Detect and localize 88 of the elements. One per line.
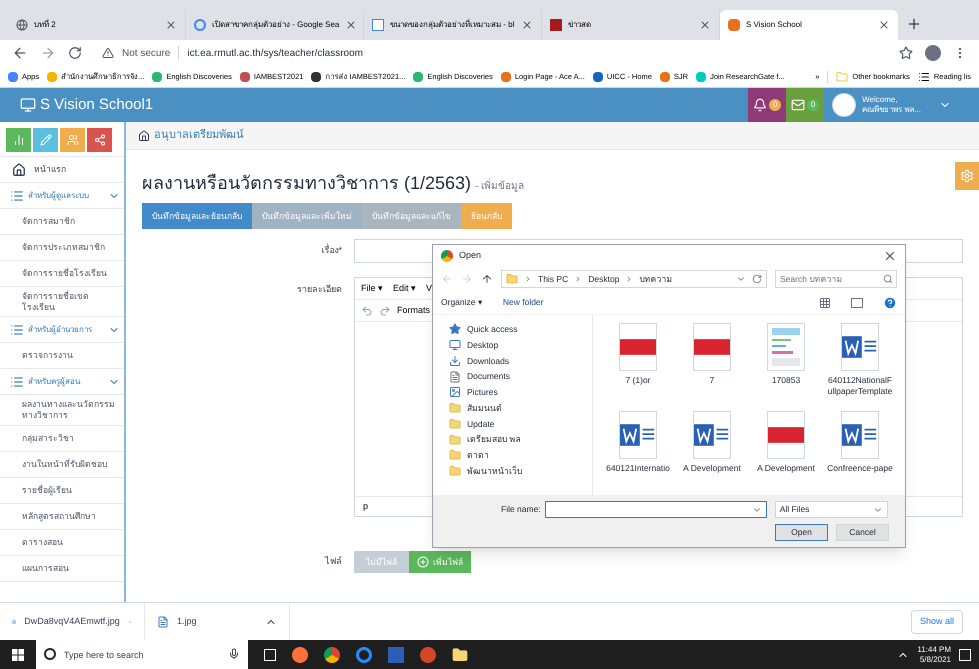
tab-title: ข่าวสด <box>568 19 592 31</box>
sidebar-item[interactable]: หน้าแรก <box>0 157 124 183</box>
nav-item[interactable]: สัมมนนต์ <box>449 402 592 414</box>
action-button[interactable]: บันทึกข้อมูลและย้อนกลับ <box>142 203 252 229</box>
file-name: 7 (1)or <box>625 375 651 386</box>
nav-item[interactable]: Downloads <box>449 354 592 368</box>
sidebar-item[interactable]: จัดการสมาชิก <box>0 209 124 235</box>
url-text: ict.ea.rmutl.ac.th/sys/teacher/classroom <box>178 46 363 60</box>
path-segment[interactable]: This PC <box>538 272 568 286</box>
document-tile[interactable]: 170853 <box>753 323 819 399</box>
sidebar-item[interactable]: จัดการรายชื่อโรงเรียน <box>0 261 124 287</box>
nav-item[interactable]: Pictures <box>449 386 592 399</box>
document-tile[interactable]: 640121Internatio <box>605 411 671 487</box>
sidebar-item[interactable]: แผนการสอน <box>0 556 124 582</box>
document-tile[interactable]: Confreence-pape <box>827 411 893 487</box>
file-name: A Development <box>683 463 741 474</box>
sidebar-item[interactable]: จัดการประเภทสมาชิก <box>0 235 124 261</box>
dialog-title: Open <box>459 249 482 262</box>
nav-item[interactable]: ตาตา <box>449 449 592 462</box>
file-name: Confreence-pape <box>827 463 893 474</box>
taskbar-search[interactable]: Type here to search <box>36 640 248 669</box>
sidebar-section[interactable]: สำหรับผู้อำนวยการ <box>0 317 124 344</box>
file-name: 640112NationalFullpaperTemplate <box>827 375 893 396</box>
file-status: ไม่มีไฟล์ <box>354 551 409 573</box>
path-segment[interactable]: Desktop <box>588 272 620 286</box>
breadcrumb-link[interactable]: อนุบาลเตรียมพัฒน์ <box>154 127 244 144</box>
document-tile[interactable]: A Development <box>753 411 819 487</box>
count-badge: 0 <box>806 99 820 111</box>
document-tile[interactable]: 7 <box>679 323 745 399</box>
sidebar-item[interactable]: ผลงานทางและนวัตกรรมทางวิชาการ <box>0 395 124 426</box>
clock-date: 5/8/2021 <box>920 654 951 664</box>
nav-item[interactable]: พัฒนาหน้าเว็บ <box>449 464 592 478</box>
section-title: สำหรับผู้ดูแลระบบ <box>28 190 90 202</box>
file-name: 170853 <box>772 375 800 386</box>
nav-item[interactable]: เตรียมสอบ พล <box>449 433 592 446</box>
sidebar-item[interactable]: จัดการรายชื่อเขตโรงเรียน <box>0 287 124 318</box>
sidebar-item[interactable]: งานในหน้าที่รับผิดชอบ <box>0 452 124 478</box>
download-name: DwDa8vqV4AEmwtf.jpg <box>24 614 120 628</box>
show-all-button[interactable]: Show all <box>910 610 963 634</box>
clock-time: 11:44 PM <box>917 644 951 654</box>
page-title: ผลงานหรือนวัตกรรมทางวิชาการ (1/2563) <box>142 172 472 195</box>
nav-item[interactable]: Desktop <box>449 338 592 352</box>
tab-title: ขนาดของกลุ่มตัวอย่างที่เหมาะสม - bl <box>390 19 515 31</box>
field-label: เรื่อง* <box>320 244 342 258</box>
sidebar-item[interactable]: ตารางสอน <box>0 530 124 556</box>
sidebar-item[interactable]: หลักสูตรสถานศึกษา <box>0 504 124 530</box>
sidebar-section[interactable]: สำหรับครูผู้สอน <box>0 369 124 396</box>
new-folder-button[interactable]: New folder <box>502 296 544 309</box>
tab-title: บทที่ 2 <box>34 19 57 31</box>
document-tile[interactable]: 7 (1)or <box>605 323 671 399</box>
path-bar[interactable]: This PC Desktop บทความ <box>501 270 767 288</box>
nav-item[interactable]: Quick access <box>449 323 592 336</box>
file-type-select[interactable]: All Files <box>774 501 888 518</box>
field-label: ไฟล์ <box>324 555 342 568</box>
security-label: Not secure <box>122 46 170 60</box>
section-title: สำหรับผู้อำนวยการ <box>28 324 93 336</box>
section-title: สำหรับครูผู้สอน <box>28 376 82 388</box>
sidebar-section[interactable]: สำหรับผู้ดูแลระบบ <box>0 183 124 209</box>
editor-menu-item[interactable]: File ▾ <box>361 282 384 296</box>
path-segment[interactable]: บทความ <box>639 272 672 286</box>
file-name: 640121Internatio <box>606 463 670 474</box>
organize-menu[interactable]: Organize ▾ <box>441 296 483 309</box>
page-subtitle: - เพิ่มข้อมูล <box>475 179 524 194</box>
nav-item[interactable]: Documents <box>449 370 592 383</box>
file-name: 7 <box>710 375 714 386</box>
browser-tab[interactable]: S Vision School <box>720 10 898 40</box>
editor-path: p <box>363 500 368 513</box>
welcome-text: Welcome, <box>862 95 899 105</box>
sidebar-item[interactable]: กลุ่มสาระวิชา <box>0 426 124 452</box>
cancel-button[interactable]: Cancel <box>836 524 889 541</box>
search-field[interactable]: Search บทความ <box>775 270 897 288</box>
count-badge: 0 <box>768 99 782 111</box>
tab-title: เปิดสาขาคกลุ่มตัวอย่าง - Google Sea <box>212 19 340 31</box>
file-name: A Development <box>757 463 815 474</box>
editor-menu-item[interactable]: Edit ▾ <box>393 282 416 296</box>
document-tile[interactable]: A Development <box>679 411 745 487</box>
download-name: 1.jpg <box>177 614 198 628</box>
field-label: รายละเอียด <box>296 283 342 296</box>
sidebar-item[interactable]: ตรวจการงาน <box>0 343 124 370</box>
document-tile[interactable]: 640112NationalFullpaperTemplate <box>827 323 893 399</box>
open-button[interactable]: Open <box>775 524 828 541</box>
user-name: คณพีชยาพร พล... <box>862 105 921 115</box>
editor-menu-item[interactable]: V <box>426 282 432 296</box>
field-label: File name: <box>501 503 541 516</box>
nav-item[interactable]: Update <box>449 418 592 430</box>
sidebar-item[interactable]: รายชื่อผู้เรียน <box>0 478 124 504</box>
formats-dropdown[interactable]: Formats <box>397 304 430 318</box>
tab-title: S Vision School <box>746 19 803 31</box>
